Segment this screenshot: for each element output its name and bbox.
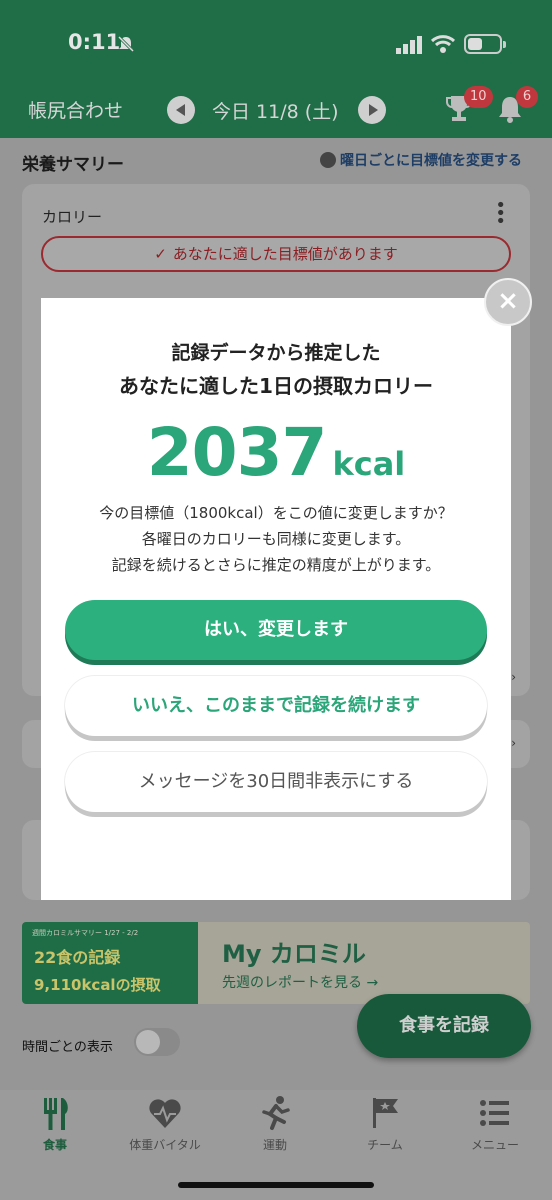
status-bar: 0:11 [0, 0, 552, 88]
runner-icon [262, 1096, 290, 1130]
next-day-button[interactable] [358, 96, 386, 124]
tab-label: 運動 [262, 1138, 287, 1152]
banner-meal-count: 22食の記録 [34, 948, 121, 967]
tab-label: メニュー [470, 1138, 519, 1152]
record-meal-button[interactable]: 食事を記録 [357, 994, 531, 1058]
tab-label: チーム [367, 1138, 403, 1152]
gear-icon [320, 152, 336, 168]
chevron-right-icon[interactable]: › [511, 670, 516, 684]
wifi-icon [430, 35, 456, 53]
weekly-summary-panel: 週間カロミルサマリー 1/27 - 2/2 22食の記録 9,110kcalの摂… [22, 922, 198, 1004]
keep-current-button[interactable]: いいえ、このままで記録を続けます [65, 676, 487, 736]
goal-settings-link[interactable]: 曜日ごとに目標値を変更する [320, 150, 522, 170]
tab-weight-vitals[interactable]: 体重バイタル [110, 1090, 220, 1170]
tab-exercise[interactable]: 運動 [220, 1090, 330, 1170]
calorie-recommendation-dialog: 記録データから推定した あなたに適した1日の摂取カロリー 2037 kcal 今の… [41, 298, 511, 900]
banner-period: 週間カロミルサマリー 1/27 - 2/2 [32, 929, 139, 937]
recommended-calories-unit: kcal [332, 445, 406, 483]
hourly-view-label: 時間ごとの表示 [22, 1040, 113, 1055]
close-icon[interactable]: × [484, 278, 532, 326]
notification-button[interactable]: 6 [496, 86, 538, 128]
heart-icon [149, 1099, 181, 1128]
hourly-view-toggle[interactable] [134, 1028, 180, 1056]
home-indicator [178, 1182, 374, 1188]
battery-icon [464, 34, 506, 54]
weekly-report-banner[interactable]: 週間カロミルサマリー 1/27 - 2/2 22食の記録 9,110kcalの摂… [22, 922, 530, 1004]
recommended-calories: 2037 kcal [41, 414, 511, 491]
tab-label: 食事 [42, 1138, 67, 1152]
dialog-description-line2: 各曜日のカロリーも同様に変更します。 [141, 530, 411, 548]
tab-menu[interactable]: メニュー [440, 1090, 550, 1170]
dialog-description-line1: 今の目標値（1800kcal）をこの値に変更しますか？ [99, 504, 453, 522]
current-date[interactable]: 今日 11/8 (土) [212, 97, 339, 124]
goal-settings-label: 曜日ごとに目標値を変更する [340, 153, 522, 169]
flag-icon [373, 1098, 398, 1128]
card-title: カロリー [42, 208, 103, 226]
app-header: 帳尻合わせ 今日 11/8 (土) 10 6 [0, 86, 552, 138]
signal-icon [396, 36, 422, 54]
status-time: 0:11 [68, 30, 121, 54]
silent-bell-icon [117, 35, 135, 53]
accept-change-button[interactable]: はい、変更します [65, 600, 487, 660]
alert-pill-label: あなたに適した目標値があります [172, 245, 398, 263]
dialog-title-line1: 記録データから推定した [171, 342, 381, 364]
tab-label: 体重バイタル [129, 1138, 201, 1152]
fork-knife-icon [44, 1098, 68, 1130]
tab-team[interactable]: チーム [330, 1090, 440, 1170]
list-icon [480, 1100, 509, 1126]
dialog-description-line3: 記録を続けるとさらに推定の精度が上がります。 [111, 556, 441, 574]
trophy-button[interactable]: 10 [446, 86, 493, 128]
header-title[interactable]: 帳尻合わせ [28, 96, 123, 123]
more-options-icon[interactable]: • • • [495, 197, 506, 231]
banner-title: My カロミル [222, 940, 366, 968]
previous-day-button[interactable] [167, 96, 195, 124]
tab-meal[interactable]: 食事 [0, 1090, 110, 1170]
trophy-badge: 10 [464, 86, 493, 108]
recommended-calories-value: 2037 [146, 414, 328, 491]
recommended-goal-pill[interactable]: ✓ あなたに適した目標値があります [41, 236, 511, 272]
chevron-right-icon: › [511, 736, 516, 750]
hide-message-button[interactable]: メッセージを30日間非表示にする [65, 752, 487, 812]
banner-report-link[interactable]: 先週のレポートを見る → [222, 972, 378, 992]
section-title: 栄養サマリー [22, 155, 124, 175]
notification-badge: 6 [516, 86, 538, 108]
banner-kcal: 9,110kcalの摂取 [34, 976, 161, 994]
dialog-title-line2: あなたに適した1日の摂取カロリー [119, 374, 433, 398]
check-icon: ✓ [154, 245, 167, 263]
